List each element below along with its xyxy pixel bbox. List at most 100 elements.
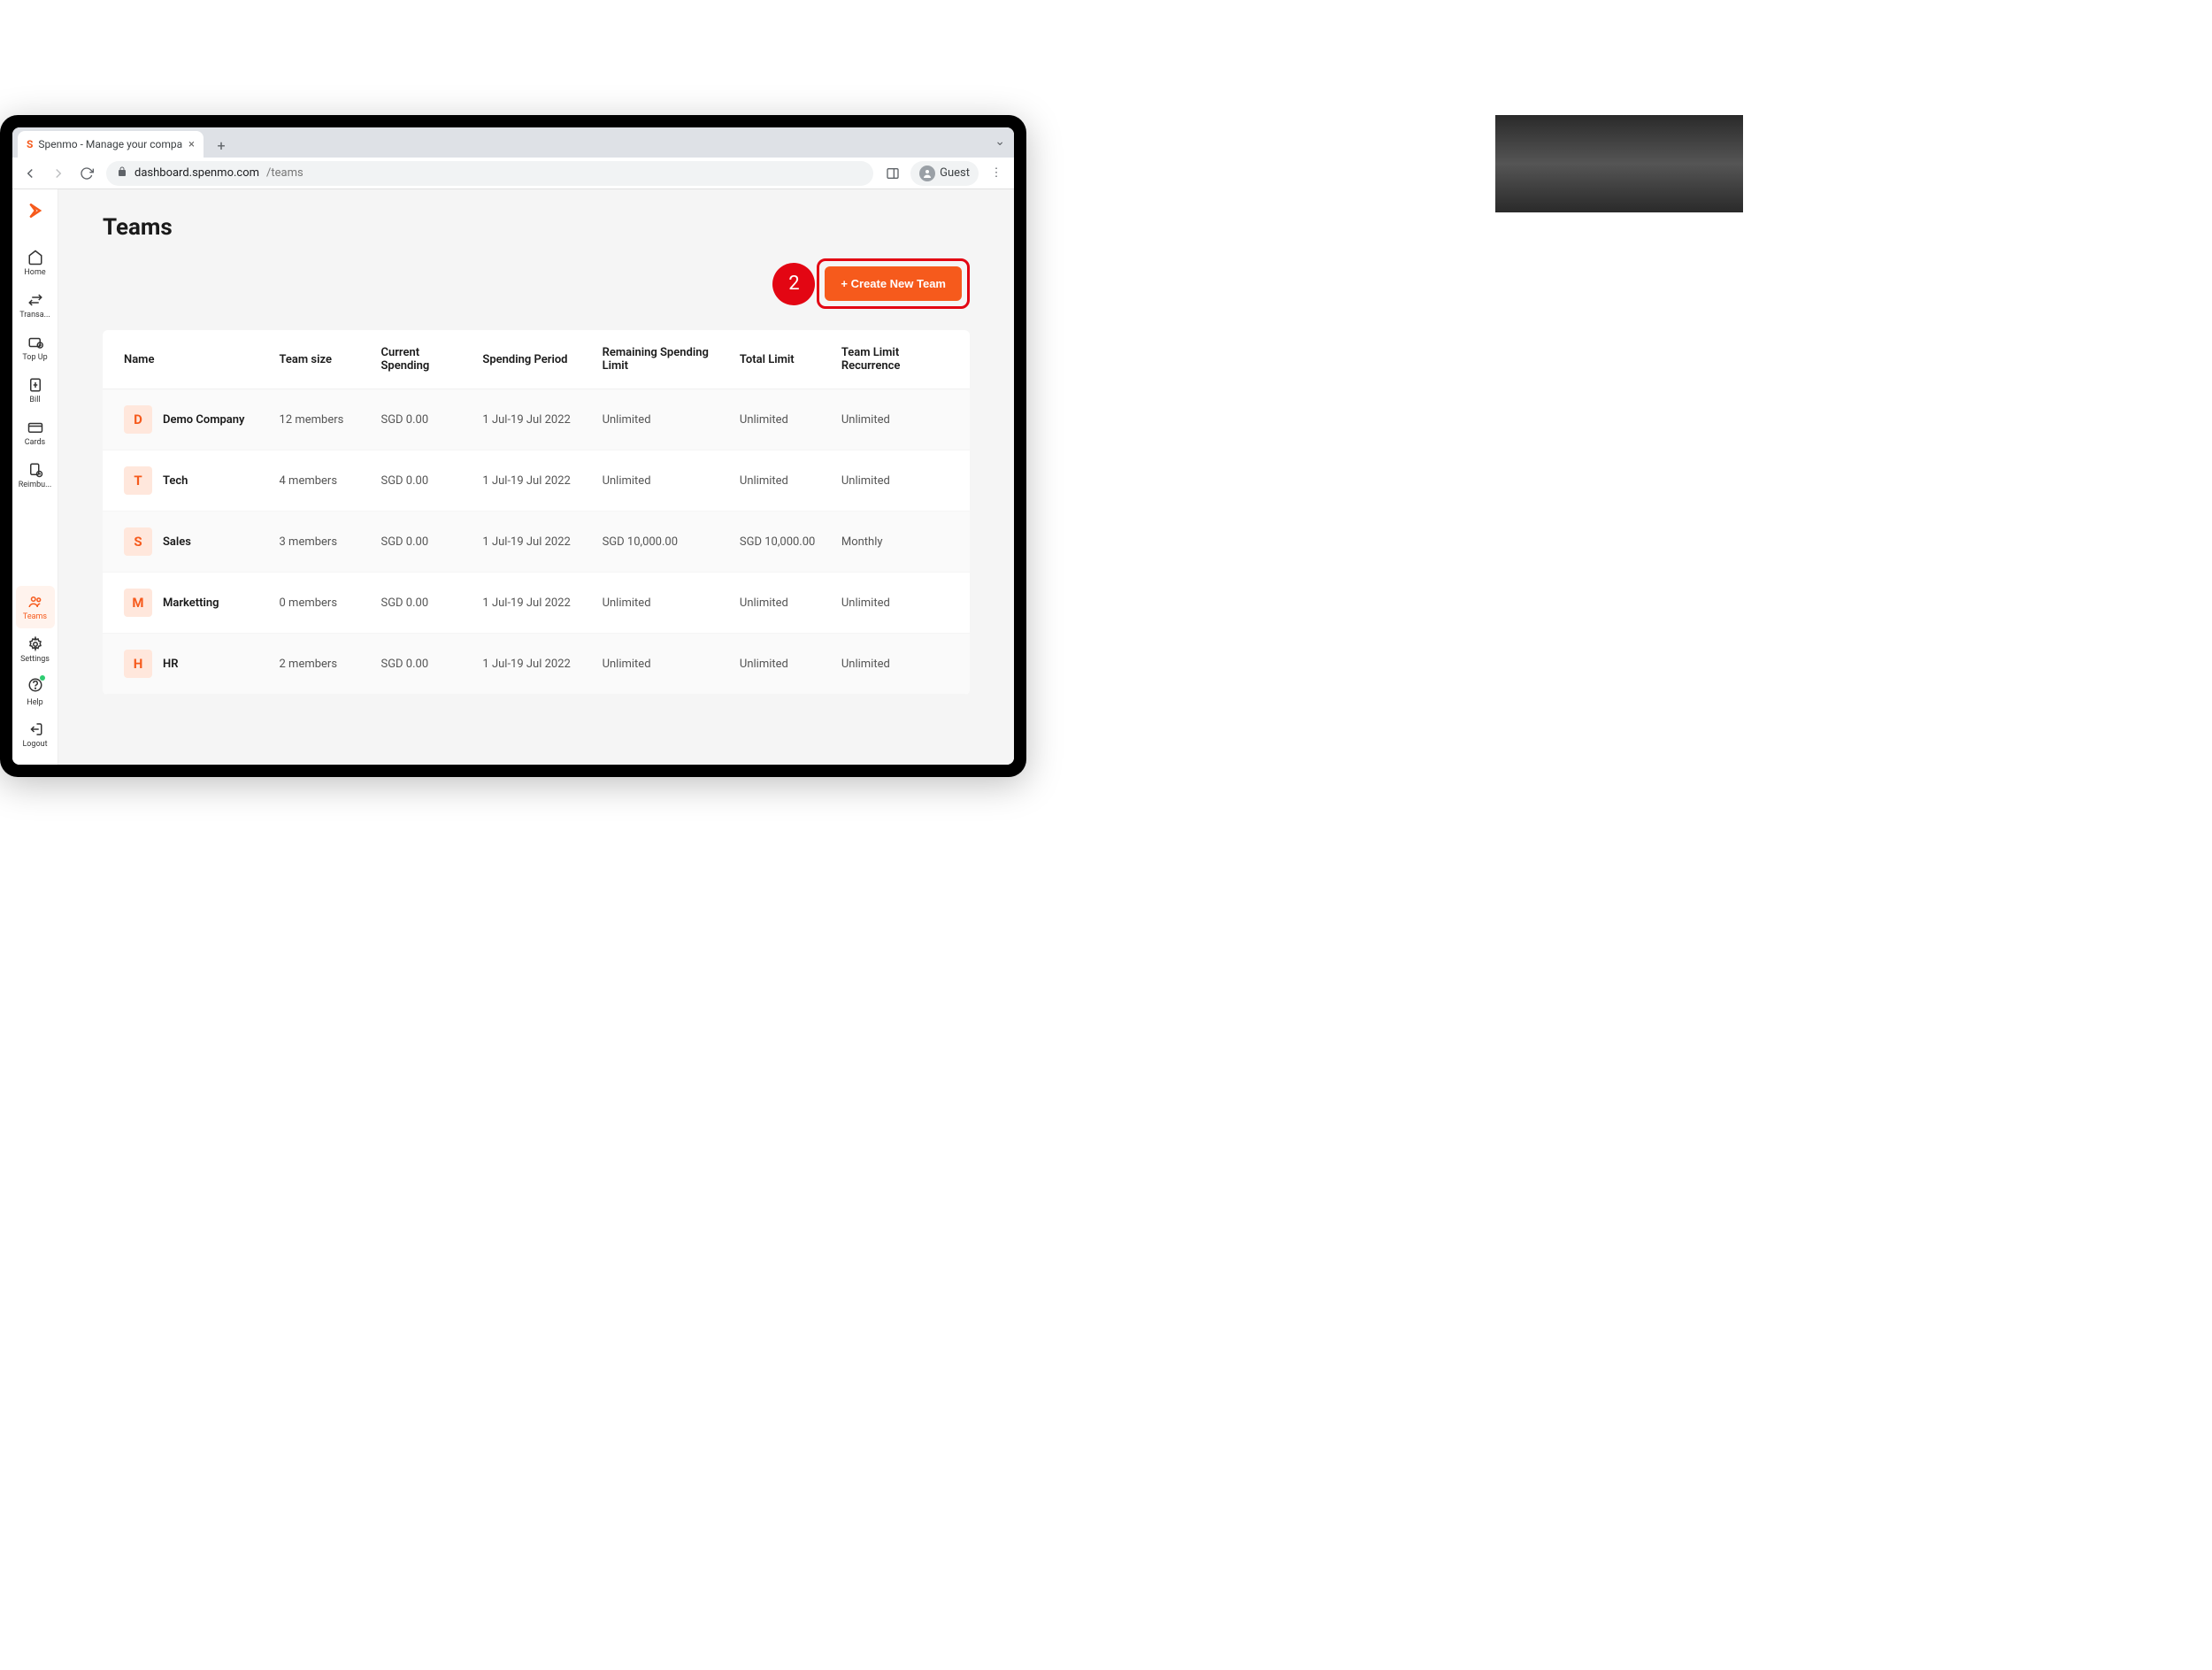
total-limit: Unlimited	[740, 589, 829, 617]
nav-label: Help	[27, 698, 42, 707]
page-title: Teams	[103, 214, 970, 241]
bill-icon	[27, 377, 43, 393]
team-avatar: D	[124, 405, 152, 434]
logout-icon	[27, 721, 43, 737]
home-icon	[27, 250, 43, 266]
back-icon[interactable]	[21, 165, 39, 181]
spenmo-favicon-icon: S	[27, 138, 33, 150]
guest-avatar-icon	[919, 165, 935, 181]
team-avatar: M	[124, 589, 152, 617]
team-name-cell: D Demo Company	[124, 405, 267, 434]
recurrence: Unlimited	[841, 650, 949, 678]
spending-period: 1 Jul-19 Jul 2022	[482, 466, 589, 495]
col-total-limit: Total Limit	[740, 346, 829, 373]
nav-label: Top Up	[22, 353, 47, 362]
col-team-size: Team size	[280, 346, 369, 373]
recurrence: Monthly	[841, 527, 949, 556]
sidebar-item-cards[interactable]: Cards	[16, 412, 55, 454]
team-name-cell: M Marketting	[124, 589, 267, 617]
forward-icon[interactable]	[50, 165, 67, 181]
kebab-menu-icon[interactable]: ⋮	[987, 166, 1005, 180]
remaining-limit: SGD 10,000.00	[603, 527, 727, 556]
nav-label: Teams	[23, 612, 47, 621]
transfer-icon	[27, 292, 43, 308]
team-name-cell: S Sales	[124, 527, 267, 556]
total-limit: Unlimited	[740, 650, 829, 678]
team-avatar: S	[124, 527, 152, 556]
url-domain: dashboard.spenmo.com	[134, 166, 259, 180]
table-row[interactable]: T Tech 4 members SGD 0.00 1 Jul-19 Jul 2…	[103, 450, 970, 512]
receipt-icon	[27, 462, 43, 478]
table-row[interactable]: S Sales 3 members SGD 0.00 1 Jul-19 Jul …	[103, 512, 970, 573]
current-spending: SGD 0.00	[380, 527, 470, 556]
main-content: Teams 2 + Create New Team Name Team size…	[58, 189, 1014, 765]
nav-label: Transa...	[19, 311, 50, 319]
current-spending: SGD 0.00	[380, 650, 470, 678]
current-spending: SGD 0.00	[380, 405, 470, 434]
close-tab-icon[interactable]: ×	[188, 138, 195, 151]
teams-table: Name Team size Current Spending Spending…	[103, 330, 970, 695]
wallet-plus-icon	[27, 335, 43, 350]
step-badge: 2	[772, 263, 815, 305]
total-limit: SGD 10,000.00	[740, 527, 829, 556]
users-icon	[27, 594, 43, 610]
sidebar-item-help[interactable]: Help	[16, 671, 55, 713]
reload-icon[interactable]	[78, 166, 96, 181]
team-size: 0 members	[280, 589, 369, 617]
sidebar-item-teams[interactable]: Teams	[16, 586, 55, 628]
team-size: 3 members	[280, 527, 369, 556]
panel-icon[interactable]	[884, 166, 902, 181]
table-row[interactable]: H HR 2 members SGD 0.00 1 Jul-19 Jul 202…	[103, 634, 970, 695]
remaining-limit: Unlimited	[603, 589, 727, 617]
sidebar-item-bill[interactable]: Bill	[16, 369, 55, 412]
team-avatar: H	[124, 650, 152, 678]
spenmo-logo-icon[interactable]	[27, 202, 44, 224]
sidebar-item-transactions[interactable]: Transa...	[16, 284, 55, 327]
table-header: Name Team size Current Spending Spending…	[103, 330, 970, 389]
sidebar-item-logout[interactable]: Logout	[16, 713, 55, 756]
team-name: HR	[163, 658, 178, 671]
create-new-team-button[interactable]: + Create New Team	[825, 266, 962, 301]
col-current-spending: Current Spending	[380, 346, 470, 373]
team-name: Sales	[163, 535, 191, 549]
card-icon	[27, 419, 43, 435]
browser-tab[interactable]: S Spenmo - Manage your compa ×	[18, 131, 204, 158]
spending-period: 1 Jul-19 Jul 2022	[482, 527, 589, 556]
spending-period: 1 Jul-19 Jul 2022	[482, 589, 589, 617]
recurrence: Unlimited	[841, 405, 949, 434]
recurrence: Unlimited	[841, 466, 949, 495]
browser-tab-bar: S Spenmo - Manage your compa × + ⌄	[12, 127, 1014, 158]
team-size: 4 members	[280, 466, 369, 495]
profile-button[interactable]: Guest	[910, 161, 979, 186]
lock-icon	[117, 166, 127, 181]
new-tab-button[interactable]: +	[209, 133, 234, 158]
current-spending: SGD 0.00	[380, 589, 470, 617]
team-size: 2 members	[280, 650, 369, 678]
table-row[interactable]: D Demo Company 12 members SGD 0.00 1 Jul…	[103, 389, 970, 450]
team-name: Tech	[163, 474, 188, 488]
spending-period: 1 Jul-19 Jul 2022	[482, 405, 589, 434]
team-name: Marketting	[163, 596, 219, 610]
sidebar-item-home[interactable]: Home	[16, 242, 55, 284]
tab-title: Spenmo - Manage your compa	[38, 138, 182, 150]
team-name: Demo Company	[163, 413, 245, 427]
tabs-dropdown-icon[interactable]: ⌄	[995, 135, 1005, 149]
sidebar-item-settings[interactable]: Settings	[16, 628, 55, 671]
table-row[interactable]: M Marketting 0 members SGD 0.00 1 Jul-19…	[103, 573, 970, 634]
gear-icon	[27, 636, 43, 652]
team-size: 12 members	[280, 405, 369, 434]
nav-label: Settings	[20, 655, 50, 664]
address-bar[interactable]: dashboard.spenmo.com/teams	[106, 161, 873, 186]
total-limit: Unlimited	[740, 405, 829, 434]
remaining-limit: Unlimited	[603, 466, 727, 495]
col-name: Name	[124, 346, 267, 373]
nav-label: Bill	[29, 396, 40, 404]
sidebar-item-topup[interactable]: Top Up	[16, 327, 55, 369]
sidebar-item-reimbursement[interactable]: Reimbu...	[16, 454, 55, 496]
create-team-highlight: + Create New Team	[817, 258, 970, 309]
spending-period: 1 Jul-19 Jul 2022	[482, 650, 589, 678]
url-path: /teams	[266, 166, 303, 180]
browser-toolbar: dashboard.spenmo.com/teams Guest ⋮	[12, 158, 1014, 189]
total-limit: Unlimited	[740, 466, 829, 495]
nav-label: Logout	[22, 740, 47, 749]
